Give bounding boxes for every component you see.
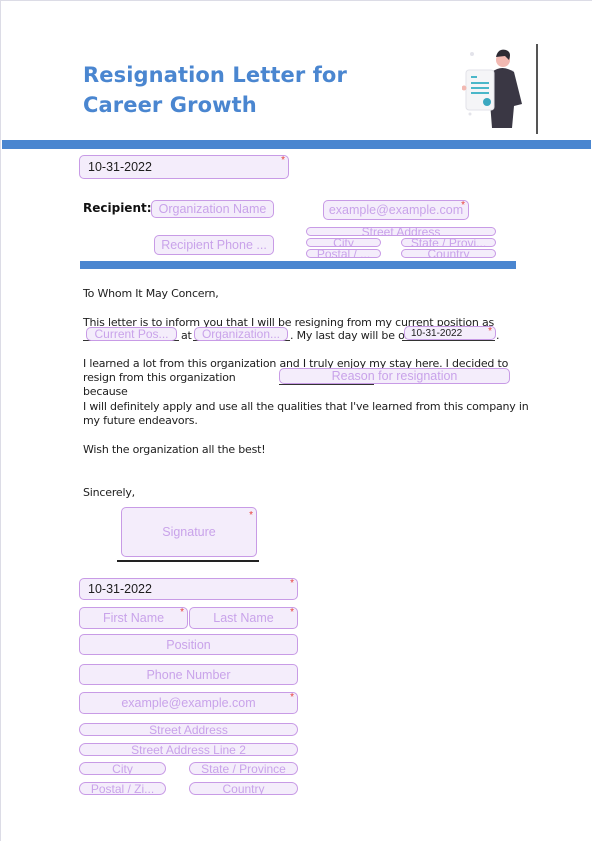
header-band [2,140,591,149]
recipient-label: Recipient: [83,201,152,215]
required-marker: * [180,607,184,618]
period-text: . [496,329,500,342]
signature-line [117,560,259,562]
recipient-email-field[interactable]: example@example.com * [323,200,469,220]
reason-for-resignation-field[interactable]: Reason for resignation [279,368,510,384]
closing: Sincerely, [83,486,135,499]
sender-city-field[interactable]: City [79,762,166,775]
date-field[interactable]: 10-31-2022 * [79,155,289,179]
required-marker: * [290,607,294,618]
paragraph-4: Wish the organization all the best! [83,443,266,456]
sender-state-field[interactable]: State / Province [189,762,298,775]
signature-placeholder: Signature [162,525,216,539]
required-marker: * [461,200,465,211]
position-field[interactable]: Position [79,634,298,655]
last-day-date-value: 10-31-2022 [411,327,463,339]
title-line-2: Career Growth [83,93,257,117]
recipient-email-placeholder: example@example.com [328,203,464,217]
recipient-postal-field[interactable]: Postal / ... [306,249,381,258]
recipient-organization-field[interactable]: Organization Name [151,200,274,218]
section-divider-band [80,261,516,269]
date-value: 10-31-2022 [88,160,152,174]
required-marker: * [249,510,253,521]
last-name-field[interactable]: Last Name * [189,607,298,629]
sender-street-field[interactable]: Street Address [79,723,298,736]
last-name-placeholder: Last Name [213,611,274,625]
header-divider [536,44,538,134]
required-marker: * [290,692,294,703]
sender-postal-field[interactable]: Postal / Zi... [79,782,166,795]
recipient-street-field[interactable]: Street Address [306,227,496,236]
title-line-1: Resignation Letter for [83,63,347,87]
sender-date-value: 10-31-2022 [88,582,152,596]
recipient-state-field[interactable]: State / Provi... [401,238,496,247]
sender-street-line-2-field[interactable]: Street Address Line 2 [79,743,298,756]
organization-field[interactable]: Organization... [194,327,288,341]
current-position-field[interactable]: Current Pos... [86,327,177,341]
salutation: To Whom It May Concern, [83,287,219,300]
required-marker: * [281,155,285,166]
reason-underline [279,384,374,385]
first-name-field[interactable]: First Name * [79,607,188,629]
required-marker: * [290,578,294,589]
last-day-text: . My last day will be on [290,329,412,342]
first-name-placeholder: First Name [102,611,165,625]
paragraph-3-line-1: I will definitely apply and use all the … [83,400,529,413]
at-text: at [181,329,192,342]
required-marker: * [488,326,492,337]
recipient-country-field[interactable]: Country [401,249,496,258]
last-day-underline [402,340,495,341]
document-title: Resignation Letter for Career Growth [83,60,423,120]
person-holding-document-illustration [462,49,522,128]
recipient-city-field[interactable]: City [306,238,381,247]
sender-email-placeholder: example@example.com [121,696,256,710]
sender-date-field[interactable]: 10-31-2022 * [79,578,298,600]
sender-country-field[interactable]: Country [189,782,298,795]
phone-number-field[interactable]: Phone Number [79,664,298,685]
last-day-date-field[interactable]: 10-31-2022 * [404,326,496,340]
recipient-phone-field[interactable]: Recipient Phone ... [154,235,274,255]
paragraph-3-line-2: my future endeavors. [83,414,198,427]
paragraph-2-line-2: resign from this organization because [83,371,236,398]
sender-email-field[interactable]: example@example.com * [79,692,298,714]
signature-field[interactable]: Signature * [121,507,257,557]
